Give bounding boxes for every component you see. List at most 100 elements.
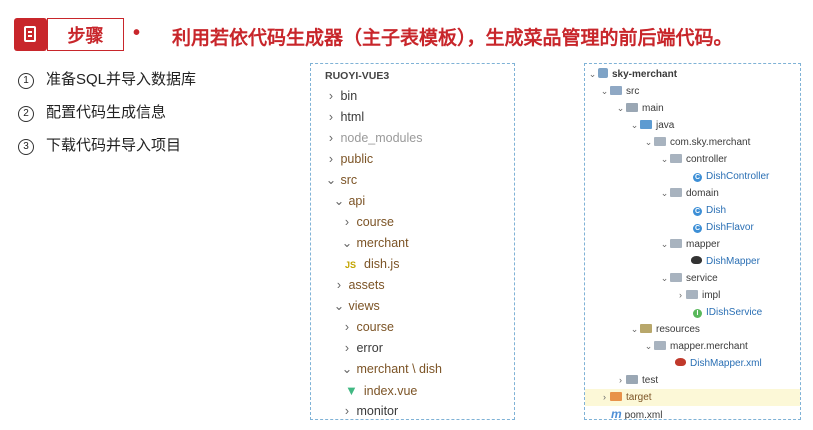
tree-item-dish-controller[interactable]: C DishController — [585, 168, 800, 185]
tree-item-label: merchant \ dish — [356, 362, 442, 376]
chevron-right-icon: › — [328, 152, 334, 166]
class-icon: C — [693, 173, 702, 182]
tree-item-label: public — [340, 152, 374, 166]
tree-item-mapper-merchant[interactable]: ⌄ mapper.merchant — [585, 338, 800, 355]
bullet: • — [133, 22, 141, 44]
mybatis-mapper-icon — [691, 256, 702, 264]
tree-item-node-modules[interactable]: › node_modules — [311, 128, 514, 149]
tree-item-src[interactable]: ⌄ src — [311, 170, 514, 191]
tree-item-idish-service[interactable]: I IDishService — [585, 304, 800, 321]
chevron-down-icon: ⌄ — [660, 273, 669, 283]
section-label: 步骤 — [47, 18, 124, 51]
tree-item-dish-js[interactable]: JS dish.js — [311, 254, 514, 275]
source-folder-icon — [640, 120, 652, 129]
chevron-right-icon: › — [328, 131, 334, 145]
module-folder-icon — [598, 68, 608, 78]
step-number: 2 — [18, 106, 34, 122]
chevron-right-icon: › — [344, 404, 350, 418]
chevron-down-icon: ⌄ — [333, 194, 345, 208]
chevron-right-icon: › — [679, 290, 682, 300]
tree-item-resources[interactable]: ⌄ resources — [585, 321, 800, 338]
tree-item-target[interactable]: › target — [585, 389, 800, 406]
chevron-down-icon: ⌄ — [644, 341, 653, 351]
tree-item-test[interactable]: › test — [585, 372, 800, 389]
vue-file-icon: ▼ — [345, 383, 358, 398]
tree-item-views-course[interactable]: › course — [311, 317, 514, 338]
tree-item-label: pom.xml — [624, 410, 663, 420]
tree-item-label: DishMapper.xml — [690, 358, 762, 369]
package-icon — [670, 239, 682, 248]
tree-item-label: com.sky.merchant — [670, 137, 751, 148]
chevron-right-icon: › — [344, 215, 350, 229]
tree-item-label: DishMapper — [706, 256, 760, 267]
page-title: 利用若依代码生成器（主子表模板），生成菜品管理的前后端代码。 — [172, 28, 733, 49]
chevron-right-icon: › — [328, 89, 334, 103]
tree-item-label: DishFlavor — [706, 222, 754, 233]
step-text: 配置代码生成信息 — [46, 104, 167, 121]
folder-icon — [626, 103, 638, 112]
chevron-down-icon: ⌄ — [630, 120, 639, 130]
tree-item-com-sky-merchant[interactable]: ⌄ com.sky.merchant — [585, 134, 800, 151]
tree-item-main[interactable]: ⌄ main — [585, 100, 800, 117]
chevron-down-icon: ⌄ — [325, 173, 337, 187]
tree-item-label: error — [356, 341, 383, 355]
tree-item-label: service — [686, 273, 718, 284]
step-2: 2 配置代码生成信息 — [18, 101, 166, 122]
tree-item-sky-merchant[interactable]: ⌄ sky-merchant — [585, 66, 800, 83]
tree-item-controller[interactable]: ⌄ controller — [585, 151, 800, 168]
backend-project-tree: ⌄ sky-merchant ⌄ src ⌄ main ⌄ java ⌄ com.sky.… — [584, 63, 801, 420]
tree-item-monitor[interactable]: › monitor — [311, 401, 514, 419]
resources-folder-icon — [640, 324, 652, 333]
package-icon — [670, 273, 682, 282]
tree-item-error[interactable]: › error — [311, 338, 514, 359]
tree-item-src[interactable]: ⌄ src — [585, 83, 800, 100]
chevron-down-icon: ⌄ — [600, 86, 609, 96]
steps-icon — [14, 18, 47, 51]
chevron-down-icon: ⌄ — [616, 103, 625, 113]
tree-item-views[interactable]: ⌄ views — [311, 296, 514, 317]
tree-item-course[interactable]: › course — [311, 212, 514, 233]
chevron-right-icon: › — [336, 278, 342, 292]
chevron-down-icon: ⌄ — [660, 188, 669, 198]
tree-item-html[interactable]: › html — [311, 107, 514, 128]
step-number: 3 — [18, 139, 34, 155]
chevron-right-icon: › — [328, 110, 334, 124]
tree-item-merchant-dish[interactable]: ⌄ merchant \ dish — [311, 359, 514, 380]
tree-item-api[interactable]: ⌄ api — [311, 191, 514, 212]
tree-item-label: domain — [686, 188, 719, 199]
tree-item-merchant[interactable]: ⌄ merchant — [311, 233, 514, 254]
tree-item-domain[interactable]: ⌄ domain — [585, 185, 800, 202]
tree-item-bin[interactable]: › bin — [311, 86, 514, 107]
package-icon — [670, 188, 682, 197]
chevron-down-icon: ⌄ — [660, 154, 669, 164]
step-text: 准备SQL并导入数据库 — [46, 71, 197, 88]
tree-item-dish[interactable]: C Dish — [585, 202, 800, 219]
tree-item-label: src — [340, 173, 358, 187]
tree-item-label: index.vue — [363, 384, 418, 398]
tree-item-dish-flavor[interactable]: C DishFlavor — [585, 219, 800, 236]
chevron-right-icon: › — [619, 375, 622, 385]
package-icon — [670, 154, 682, 163]
tree-item-label: node_modules — [340, 131, 423, 145]
tree-item-label: views — [348, 299, 380, 313]
tree-item-label: merchant — [356, 236, 409, 250]
tree-item-dish-mapper-xml[interactable]: DishMapper.xml — [585, 355, 800, 372]
tree-item-public[interactable]: › public — [311, 149, 514, 170]
tree-item-index-vue[interactable]: ▼ index.vue — [311, 380, 514, 401]
chevron-down-icon: ⌄ — [341, 236, 353, 250]
tree-item-java[interactable]: ⌄ java — [585, 117, 800, 134]
maven-icon: m — [611, 407, 622, 420]
chevron-down-icon: ⌄ — [333, 299, 345, 313]
tree-item-service[interactable]: ⌄ service — [585, 270, 800, 287]
interface-icon: I — [693, 309, 702, 318]
tree-item-impl[interactable]: › impl — [585, 287, 800, 304]
tree-item-label: test — [642, 375, 659, 386]
excluded-folder-icon — [610, 392, 622, 401]
tree-item-dish-mapper[interactable]: DishMapper — [585, 253, 800, 270]
tree-item-pom-xml[interactable]: m pom.xml — [585, 406, 800, 420]
package-icon — [686, 290, 698, 299]
tree-item-assets[interactable]: › assets — [311, 275, 514, 296]
chevron-down-icon: ⌄ — [588, 69, 597, 79]
tree-item-mapper[interactable]: ⌄ mapper — [585, 236, 800, 253]
tree-item-label: bin — [340, 89, 358, 103]
